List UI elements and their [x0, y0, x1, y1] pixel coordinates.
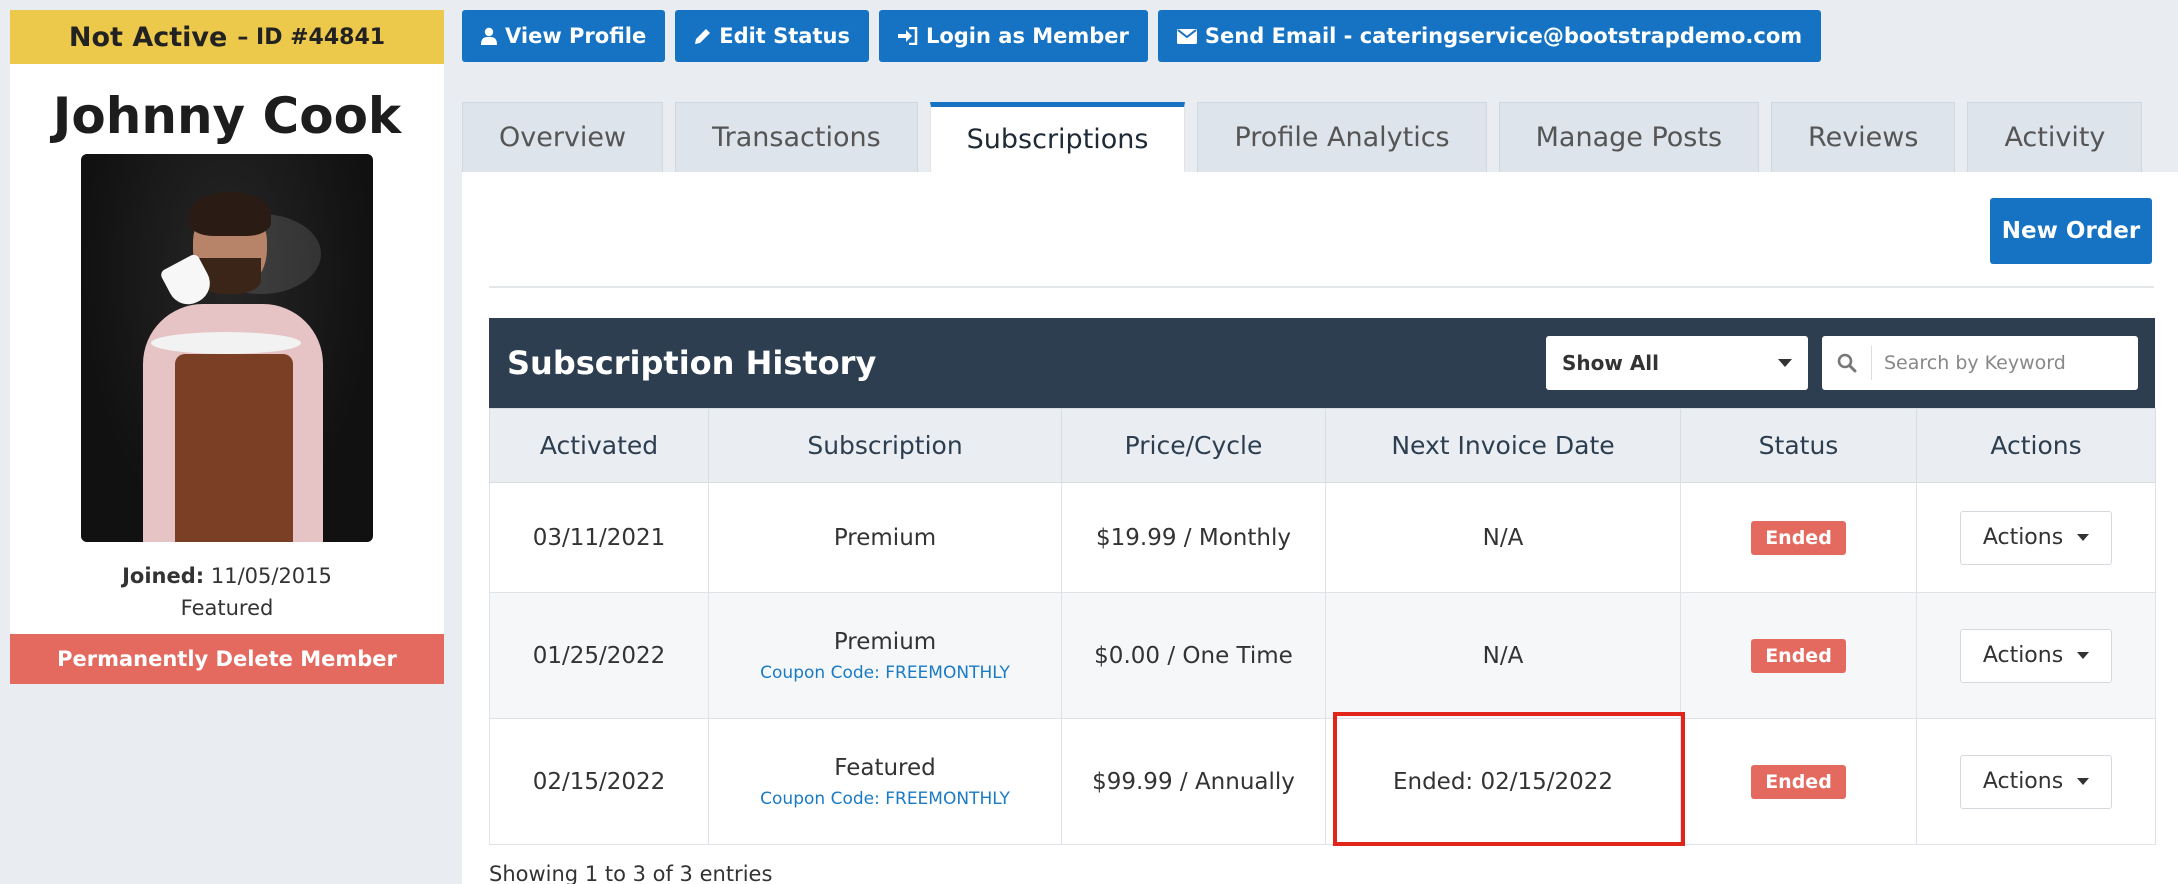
status-badge: Ended [1751, 764, 1846, 799]
tab-manage-posts[interactable]: Manage Posts [1498, 102, 1760, 172]
subscription-history-header: Subscription History Show All [489, 318, 2155, 408]
subscription-history-title: Subscription History [507, 344, 877, 382]
column-header-subscription[interactable]: Subscription [708, 408, 1062, 483]
user-icon [481, 27, 497, 45]
view-profile-button[interactable]: View Profile [462, 10, 666, 62]
subscriptions-panel: New Order Subscription History Show All … [462, 172, 2178, 884]
tab-profile-analytics[interactable]: Profile Analytics [1197, 102, 1487, 172]
subscription-cell: Premium Coupon Code: FREEMONTHLY [708, 592, 1062, 719]
next-invoice-cell: N/A [1325, 592, 1681, 719]
status-badge: Ended [1751, 520, 1846, 555]
price-cell: $0.00 / One Time [1061, 592, 1326, 719]
activated-cell: 01/25/2022 [489, 592, 709, 719]
column-header-next-invoice-date[interactable]: Next Invoice Date [1325, 408, 1681, 483]
table-row: 02/15/2022 Featured Coupon Code: FREEMON… [489, 718, 2156, 845]
new-order-button[interactable]: New Order [1990, 198, 2152, 264]
send-email-label: Send Email - cateringservice@bootstrapde… [1204, 24, 1803, 48]
highlight-annotation-box [1333, 712, 1685, 846]
joined-label: Joined: [122, 564, 205, 588]
column-header-actions: Actions [1916, 408, 2156, 483]
actions-dropdown-button[interactable]: Actions [1959, 510, 2113, 565]
table-entries-info: Showing 1 to 3 of 3 entries [489, 862, 773, 884]
actions-dropdown-button[interactable]: Actions [1959, 628, 2113, 683]
column-header-price-cycle[interactable]: Price/Cycle [1061, 408, 1326, 483]
subscription-name: Featured [834, 754, 936, 781]
subscription-cell: Premium [708, 482, 1062, 593]
actions-cell: Actions [1916, 718, 2156, 845]
member-action-bar: View Profile Edit Status Login as Member… [462, 10, 1822, 62]
table-row: 01/25/2022 Premium Coupon Code: FREEMONT… [489, 592, 2156, 719]
member-tabs: Overview Transactions Subscriptions Prof… [462, 102, 2143, 172]
member-name: Johnny Cook [52, 87, 402, 145]
subscription-cell: Featured Coupon Code: FREEMONTHLY [708, 718, 1062, 845]
edit-status-button[interactable]: Edit Status [675, 10, 869, 62]
subscription-name: Premium [833, 524, 937, 551]
caret-down-icon [2077, 652, 2090, 659]
sign-in-icon [897, 27, 918, 45]
table-header-row: Activated Subscription Price/Cycle Next … [489, 408, 2156, 483]
member-status: Not Active [68, 21, 228, 53]
joined-date: 11/05/2015 [210, 564, 332, 588]
activated-cell: 02/15/2022 [489, 718, 709, 845]
member-card: Not Active – ID #44841 Johnny Cook Joine… [10, 10, 444, 684]
status-filter-value: Show All [1562, 351, 1660, 375]
price-cell: $19.99 / Monthly [1061, 482, 1326, 593]
coupon-code: Coupon Code: FREEMONTHLY [760, 788, 1010, 809]
login-as-member-button[interactable]: Login as Member [878, 10, 1148, 62]
column-header-activated[interactable]: Activated [489, 408, 709, 483]
member-plan: Featured [180, 596, 274, 620]
member-status-banner: Not Active – ID #44841 [10, 10, 444, 64]
status-filter-select[interactable]: Show All [1546, 336, 1808, 390]
search-icon [1822, 346, 1872, 380]
subscription-table: Activated Subscription Price/Cycle Next … [489, 408, 2156, 845]
delete-member-button[interactable]: Permanently Delete Member [10, 634, 444, 684]
tab-activity[interactable]: Activity [1967, 102, 2143, 172]
keyword-search [1822, 336, 2138, 390]
tab-subscriptions[interactable]: Subscriptions [929, 102, 1186, 172]
tab-overview[interactable]: Overview [462, 102, 664, 172]
status-cell: Ended [1680, 592, 1917, 719]
price-cell: $99.99 / Annually [1061, 718, 1326, 845]
actions-dropdown-button[interactable]: Actions [1959, 754, 2113, 809]
actions-label: Actions [1982, 769, 2064, 794]
search-input[interactable] [1884, 352, 2124, 374]
status-badge: Ended [1751, 638, 1846, 673]
activated-cell: 03/11/2021 [489, 482, 709, 593]
table-row: 03/11/2021 Premium $19.99 / Monthly N/A … [489, 482, 2156, 593]
chevron-down-icon [1778, 359, 1792, 367]
actions-cell: Actions [1916, 592, 2156, 719]
actions-cell: Actions [1916, 482, 2156, 593]
next-invoice-cell: N/A [1325, 482, 1681, 593]
column-header-status[interactable]: Status [1680, 408, 1917, 483]
actions-label: Actions [1982, 643, 2064, 668]
status-cell: Ended [1680, 482, 1917, 593]
tab-transactions[interactable]: Transactions [675, 102, 918, 172]
login-as-member-label: Login as Member [925, 24, 1129, 48]
pencil-icon [694, 28, 711, 45]
member-id: – ID #44841 [237, 24, 386, 50]
subscription-name: Premium [833, 628, 937, 655]
member-joined: Joined: 11/05/2015 [10, 564, 444, 588]
actions-label: Actions [1982, 525, 2064, 550]
tab-reviews[interactable]: Reviews [1771, 102, 1956, 172]
coupon-code: Coupon Code: FREEMONTHLY [760, 662, 1010, 683]
edit-status-label: Edit Status [719, 24, 850, 48]
envelope-icon [1176, 28, 1197, 44]
status-cell: Ended [1680, 718, 1917, 845]
member-photo [81, 154, 373, 542]
view-profile-label: View Profile [505, 24, 647, 48]
divider [489, 286, 2154, 288]
caret-down-icon [2077, 778, 2090, 785]
caret-down-icon [2077, 534, 2090, 541]
send-email-button[interactable]: Send Email - cateringservice@bootstrapde… [1157, 10, 1822, 62]
